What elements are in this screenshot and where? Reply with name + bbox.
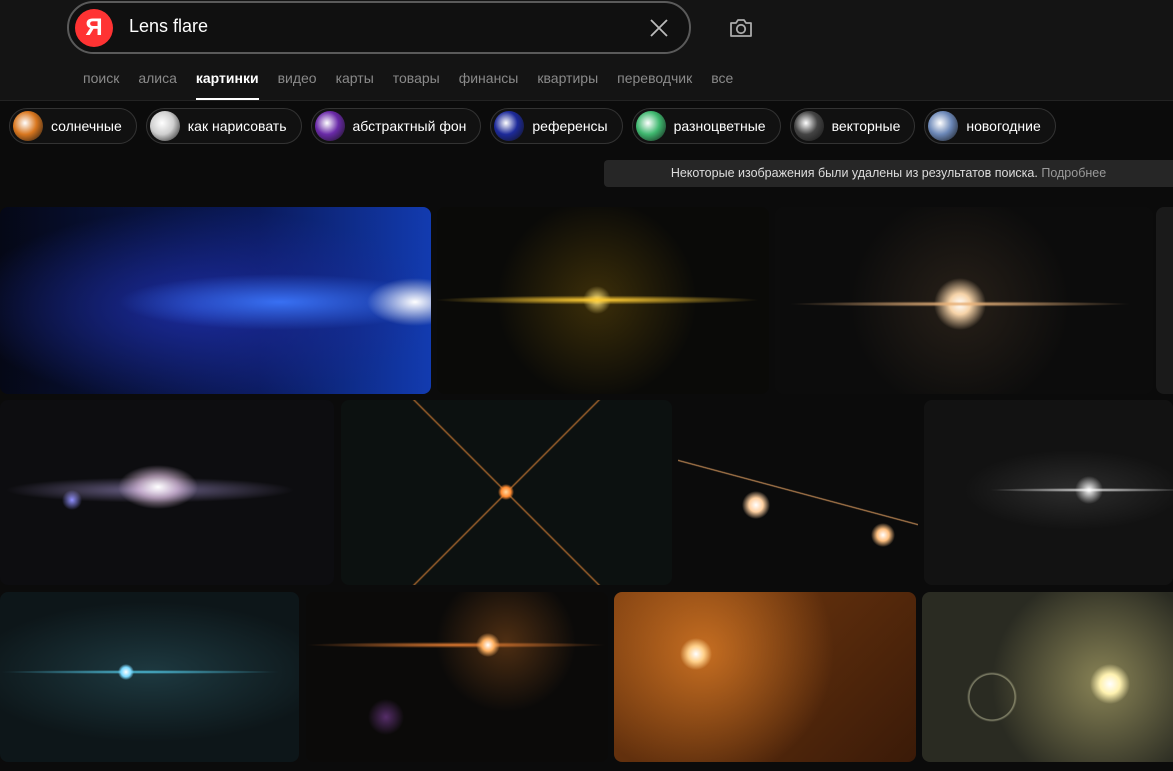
suggestion-chip[interactable]: референсы (490, 108, 623, 144)
tab-0[interactable]: поиск (83, 70, 119, 100)
notice-text: Некоторые изображения были удалены из ре… (670, 166, 1038, 180)
chip-label: новогодние (966, 118, 1041, 134)
suggestion-chips: солнечные как нарисовать абстрактный фон ре… (9, 108, 1056, 144)
chip-thumbnail (149, 111, 180, 141)
search-box[interactable]: Я (67, 1, 691, 54)
image-result[interactable] (924, 400, 1173, 585)
chip-label: солнечные (51, 118, 122, 134)
chip-label: абстрактный фон (352, 118, 467, 134)
tab-3[interactable]: видео (278, 70, 317, 100)
chip-thumbnail (793, 111, 824, 141)
suggestion-chip[interactable]: абстрактный фон (310, 108, 482, 144)
chip-label: векторные (831, 118, 901, 134)
suggestion-chip[interactable]: как нарисовать (145, 108, 302, 144)
chip-label: разноцветные (673, 118, 766, 134)
search-tabs: поиск алиса картинки видео карты товары финанс… (83, 70, 752, 100)
yandex-logo[interactable]: Я (75, 9, 113, 47)
removed-images-notice: Некоторые изображения были удалены из ре… (604, 160, 1173, 187)
image-result[interactable] (1156, 207, 1173, 394)
chip-thumbnail (13, 111, 43, 141)
chip-thumbnail (928, 111, 959, 141)
tab-2[interactable]: картинки (195, 70, 259, 100)
image-result[interactable] (775, 207, 1153, 394)
suggestion-chip[interactable]: новогодние (924, 108, 1056, 144)
image-result[interactable] (614, 592, 916, 762)
tab-9[interactable]: все (711, 70, 733, 100)
image-result[interactable] (0, 207, 431, 394)
suggestion-chip[interactable]: векторные (789, 108, 916, 144)
chip-label: как нарисовать (187, 118, 287, 134)
tab-6[interactable]: финансы (459, 70, 519, 100)
header: Я поиск алиса картинки видео карты товары фина… (0, 0, 1173, 101)
notice-more-link[interactable]: Подробнее (1041, 166, 1106, 180)
tab-1[interactable]: алиса (138, 70, 177, 100)
chip-thumbnail (635, 111, 666, 141)
close-icon[interactable] (649, 18, 669, 38)
image-result[interactable] (922, 592, 1173, 762)
chip-thumbnail (314, 111, 345, 141)
search-input[interactable] (129, 16, 629, 37)
image-result[interactable] (0, 400, 334, 585)
suggestion-chip[interactable]: разноцветные (631, 108, 781, 144)
image-result[interactable] (306, 592, 608, 762)
image-result[interactable] (678, 400, 918, 585)
chip-label: референсы (532, 118, 608, 134)
tab-5[interactable]: товары (393, 70, 440, 100)
chip-thumbnail (494, 111, 525, 141)
tab-8[interactable]: переводчик (617, 70, 692, 100)
camera-icon[interactable] (727, 14, 755, 42)
tab-7[interactable]: квартиры (537, 70, 598, 100)
image-result[interactable] (0, 592, 299, 762)
image-result[interactable] (341, 400, 672, 585)
suggestion-chip[interactable]: солнечные (9, 108, 137, 144)
tab-4[interactable]: карты (336, 70, 374, 100)
image-result[interactable] (437, 207, 769, 394)
